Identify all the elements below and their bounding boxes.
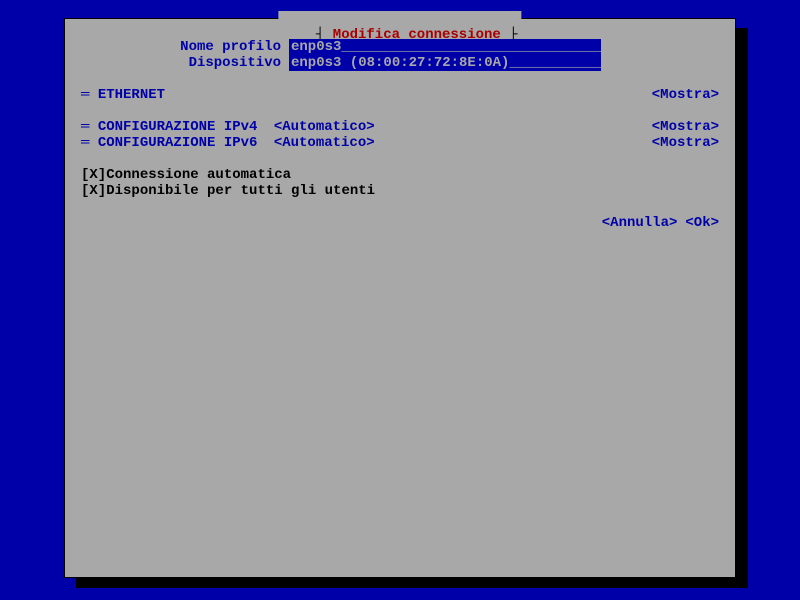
device-input[interactable]: enp0s3 (08:00:27:72:8E:0A)_____________ bbox=[289, 55, 601, 71]
profile-name-row: Nome profilo enp0s3_____________________… bbox=[81, 39, 719, 55]
ethernet-expand[interactable]: ═ ETHERNET bbox=[81, 87, 165, 103]
ipv4-show-button[interactable]: <Mostra> bbox=[652, 119, 719, 135]
ipv6-mode-select[interactable]: <Automatico> bbox=[274, 135, 375, 151]
ipv6-expand[interactable]: ═ CONFIGURAZIONE IPv6 bbox=[81, 135, 274, 151]
dialog-buttons: <Annulla> <Ok> bbox=[81, 215, 719, 231]
edit-connection-dialog: ┤ Modifica connessione ├ Nome profilo en… bbox=[64, 18, 736, 578]
ok-button[interactable]: <Ok> bbox=[685, 215, 719, 231]
all-users-checkbox[interactable]: [X] bbox=[81, 183, 106, 199]
all-users-label: Disponibile per tutti gli utenti bbox=[106, 183, 375, 199]
autoconnect-row: [X] Connessione automatica bbox=[81, 167, 719, 183]
device-label: Dispositivo bbox=[81, 55, 289, 71]
device-row: Dispositivo enp0s3 (08:00:27:72:8E:0A)__… bbox=[81, 55, 719, 71]
ethernet-show-button[interactable]: <Mostra> bbox=[652, 87, 719, 103]
ipv4-mode-select[interactable]: <Automatico> bbox=[274, 119, 375, 135]
ipv6-show-button[interactable]: <Mostra> bbox=[652, 135, 719, 151]
profile-name-input[interactable]: enp0s3_________________________________ bbox=[289, 39, 601, 55]
ipv4-expand[interactable]: ═ CONFIGURAZIONE IPv4 bbox=[81, 119, 274, 135]
ethernet-section-row: ═ ETHERNET <Mostra> bbox=[81, 87, 719, 103]
ipv6-section-row: ═ CONFIGURAZIONE IPv6 <Automatico> <Most… bbox=[81, 135, 719, 151]
ipv4-section-row: ═ CONFIGURAZIONE IPv4 <Automatico> <Most… bbox=[81, 119, 719, 135]
dialog-content: Nome profilo enp0s3_____________________… bbox=[81, 39, 719, 231]
profile-name-label: Nome profilo bbox=[81, 39, 289, 55]
autoconnect-checkbox[interactable]: [X] bbox=[81, 167, 106, 183]
cancel-button[interactable]: <Annulla> bbox=[602, 215, 678, 231]
all-users-row: [X] Disponibile per tutti gli utenti bbox=[81, 183, 719, 199]
autoconnect-label: Connessione automatica bbox=[106, 167, 291, 183]
